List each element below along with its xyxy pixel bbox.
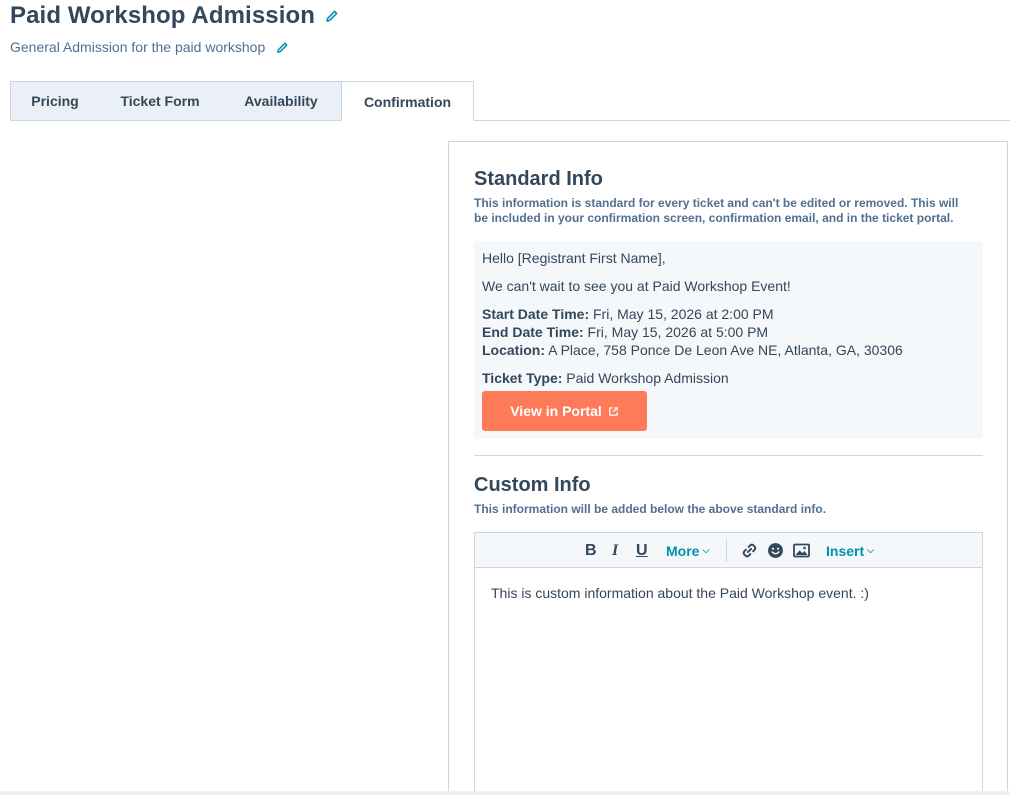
confirmation-panel: Standard Info This information is standa… — [448, 141, 1008, 795]
custom-info-title: Custom Info — [474, 474, 591, 496]
bottom-bar — [0, 791, 1010, 795]
underline-label: U — [636, 541, 648, 559]
standard-info-description: This information is standard for every t… — [474, 196, 958, 226]
end-date-value: Fri, May 15, 2026 at 5:00 PM — [587, 324, 769, 340]
tab-pricing[interactable]: Pricing — [10, 81, 100, 121]
custom-info-description: This information will be added below the… — [474, 502, 827, 516]
link-icon — [742, 543, 757, 558]
link-button[interactable] — [741, 533, 758, 568]
tab-bar-divider — [473, 120, 1010, 121]
start-date-label: Start Date Time: — [482, 306, 590, 322]
tab-label: Availability — [244, 93, 318, 109]
message-text: We can't wait to see you at Paid Worksho… — [482, 278, 791, 294]
description-line: be included in your confirmation screen,… — [474, 211, 954, 225]
chevron-down-icon: ⌵ — [702, 545, 710, 555]
more-dropdown[interactable]: More ⌵ — [666, 533, 709, 568]
edit-subtitle-pencil-icon[interactable] — [274, 39, 290, 55]
insert-dropdown[interactable]: Insert ⌵ — [826, 533, 874, 568]
bold-label: B — [585, 541, 597, 559]
tab-availability[interactable]: Availability — [221, 81, 342, 121]
greeting-text: Hello [Registrant First Name], — [482, 250, 666, 266]
emoji-button[interactable] — [767, 533, 784, 568]
rich-text-editor[interactable]: B I U More ⌵ Insert ⌵ This is custom infor… — [474, 532, 983, 795]
emoji-icon — [768, 543, 783, 558]
italic-button[interactable]: I — [612, 533, 618, 568]
start-date-value: Fri, May 15, 2026 at 2:00 PM — [593, 306, 774, 322]
image-icon — [793, 543, 810, 558]
tab-ticket-form[interactable]: Ticket Form — [99, 81, 222, 121]
tab-label: Confirmation — [363, 94, 452, 110]
tab-bar: Pricing Ticket Form Availability Confirm… — [10, 81, 1010, 121]
bold-button[interactable]: B — [585, 533, 597, 568]
toolbar-separator — [726, 539, 727, 562]
location-row: Location: A Place, 758 Ponce De Leon Ave… — [482, 342, 903, 358]
tab-label: Pricing — [31, 93, 79, 109]
view-in-portal-button[interactable]: View in Portal — [482, 391, 647, 431]
location-value: A Place, 758 Ponce De Leon Ave NE, Atlan… — [548, 342, 903, 358]
start-date-row: Start Date Time: Fri, May 15, 2026 at 2:… — [482, 306, 774, 322]
end-date-label: End Date Time: — [482, 324, 584, 340]
standard-info-title: Standard Info — [474, 168, 603, 190]
tab-label: Ticket Form — [120, 93, 200, 109]
ticket-type-value: Paid Workshop Admission — [566, 370, 729, 386]
editor-content[interactable]: This is custom information about the Pai… — [491, 585, 869, 601]
page-subtitle: General Admission for the paid workshop — [10, 39, 266, 55]
view-in-portal-label: View in Portal — [510, 403, 602, 419]
editor-toolbar: B I U More ⌵ Insert ⌵ — [475, 533, 982, 568]
description-line: This information is standard for every t… — [474, 196, 959, 210]
ticket-type-label: Ticket Type: — [482, 370, 563, 386]
insert-label: Insert — [826, 542, 865, 559]
tab-confirmation[interactable]: Confirmation — [341, 81, 474, 121]
location-label: Location: — [482, 342, 545, 358]
italic-label: I — [612, 541, 619, 559]
ticket-type-row: Ticket Type: Paid Workshop Admission — [482, 370, 729, 386]
underline-button[interactable]: U — [636, 533, 648, 568]
edit-title-pencil-icon[interactable] — [324, 8, 340, 24]
page-header: Paid Workshop Admission — [10, 2, 340, 30]
image-button[interactable] — [793, 533, 810, 568]
section-divider — [474, 455, 983, 456]
more-label: More — [666, 542, 700, 559]
external-link-icon — [608, 406, 618, 416]
standard-info-box: Hello [Registrant First Name], We can't … — [474, 241, 983, 439]
chevron-down-icon: ⌵ — [867, 545, 874, 555]
subtitle-row: General Admission for the paid workshop — [10, 39, 290, 55]
end-date-row: End Date Time: Fri, May 15, 2026 at 5:00… — [482, 324, 768, 340]
page-title: Paid Workshop Admission — [10, 2, 316, 29]
